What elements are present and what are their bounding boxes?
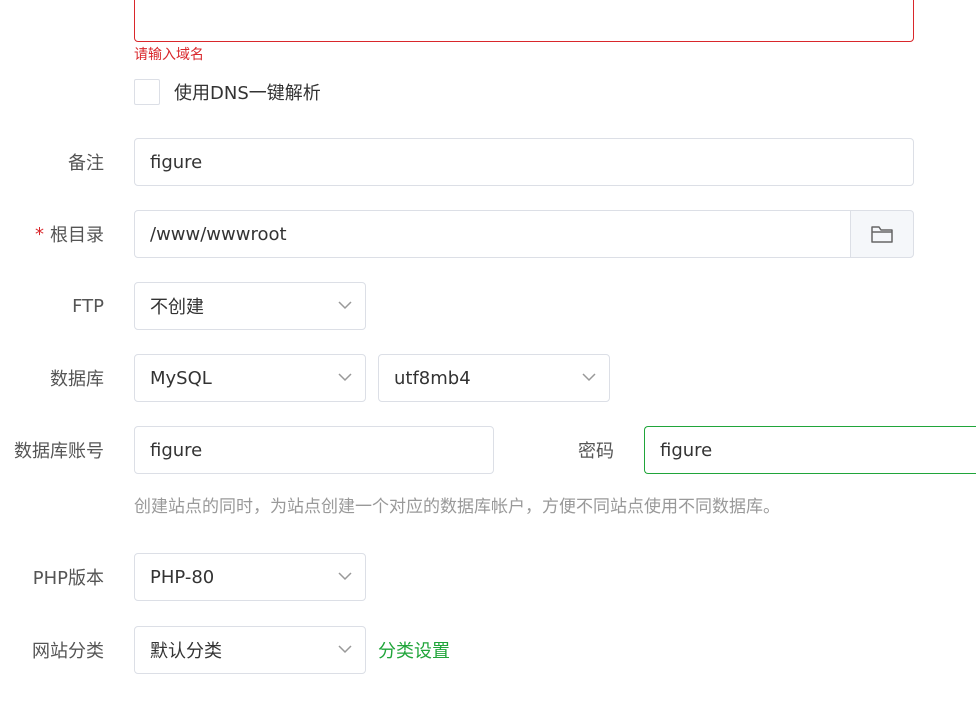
root-dir-label: * 根目录	[0, 210, 104, 258]
root-dir-label-text: 根目录	[50, 225, 104, 246]
database-label: 数据库	[50, 369, 104, 390]
database-type-value: MySQL	[150, 367, 212, 389]
php-version-value: PHP-80	[150, 566, 215, 588]
database-type-select[interactable]: MySQL	[134, 354, 366, 402]
ftp-selected-value: 不创建	[150, 297, 204, 318]
php-version-label: PHP版本	[32, 568, 104, 589]
site-category-value: 默认分类	[150, 641, 222, 662]
chevron-down-icon	[337, 297, 353, 313]
root-dir-value: /www/wwwroot	[150, 223, 287, 245]
root-dir-input[interactable]: /www/wwwroot	[134, 210, 852, 258]
dns-checkbox-label: 使用DNS一键解析	[174, 83, 321, 104]
category-settings-link[interactable]: 分类设置	[378, 626, 450, 674]
site-category-label: 网站分类	[32, 641, 104, 662]
chevron-down-icon	[337, 568, 353, 584]
ftp-select[interactable]: 不创建	[134, 282, 366, 330]
remark-input[interactable]: figure	[134, 138, 914, 186]
password-label: 密码	[578, 441, 614, 462]
db-account-hint: 创建站点的同时，为站点创建一个对应的数据库帐户，方便不同站点使用不同数据库。	[134, 497, 780, 517]
db-account-input[interactable]: figure	[134, 426, 494, 474]
dns-checkbox-row[interactable]: 使用DNS一键解析	[134, 79, 321, 105]
ftp-label: FTP	[72, 295, 104, 317]
password-input[interactable]: figure	[644, 426, 976, 474]
folder-icon	[870, 224, 894, 244]
remark-label: 备注	[68, 153, 104, 174]
database-charset-value: utf8mb4	[394, 367, 471, 389]
db-account-value: figure	[150, 439, 203, 461]
password-value: figure	[660, 439, 713, 461]
required-mark: *	[35, 223, 44, 245]
php-version-select[interactable]: PHP-80	[134, 553, 366, 601]
remark-value: figure	[150, 151, 203, 173]
dns-checkbox[interactable]	[134, 79, 160, 105]
chevron-down-icon	[337, 641, 353, 657]
site-category-select[interactable]: 默认分类	[134, 626, 366, 674]
chevron-down-icon	[581, 369, 597, 385]
domain-error-text: 请输入域名	[134, 47, 204, 63]
database-charset-select[interactable]: utf8mb4	[378, 354, 610, 402]
domain-textarea[interactable]	[134, 0, 914, 42]
chevron-down-icon	[337, 369, 353, 385]
db-account-label: 数据库账号	[14, 441, 104, 462]
browse-folder-button[interactable]	[850, 210, 914, 258]
